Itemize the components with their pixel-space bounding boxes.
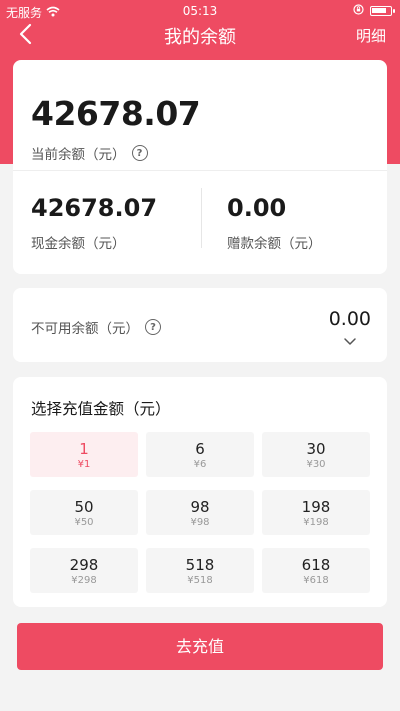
amount-option-price: ¥1 xyxy=(77,459,91,470)
amount-option-price: ¥198 xyxy=(303,517,329,528)
amount-option-value: 98 xyxy=(190,498,210,516)
details-link[interactable]: 明细 xyxy=(356,25,386,46)
cash-balance-label: 现金余额（元） xyxy=(31,236,126,252)
amount-option-value: 6 xyxy=(195,440,205,458)
status-bar: 无服务 05:13 xyxy=(0,0,400,22)
amount-option[interactable]: 618 ¥618 xyxy=(262,548,370,593)
vertical-divider xyxy=(201,188,202,248)
amount-option-value: 1 xyxy=(79,440,89,458)
amount-option-price: ¥98 xyxy=(190,517,210,528)
amount-option[interactable]: 298 ¥298 xyxy=(30,548,138,593)
recharge-card: 选择充值金额（元） 1 ¥1 6 ¥6 30 ¥30 50 ¥50 98 ¥98… xyxy=(13,377,387,607)
orientation-lock-icon xyxy=(353,4,364,18)
amount-option-value: 618 xyxy=(301,556,331,574)
unavailable-balance-amount: 0.00 xyxy=(328,308,371,330)
nav-bar: 我的余额 明细 xyxy=(0,22,400,48)
amount-option-value: 198 xyxy=(301,498,331,516)
amount-option-value: 30 xyxy=(306,440,326,458)
amount-option[interactable]: 30 ¥30 xyxy=(262,432,370,477)
amount-option[interactable]: 1 ¥1 xyxy=(30,432,138,477)
help-icon[interactable]: ? xyxy=(145,319,161,335)
amount-option-price: ¥50 xyxy=(74,517,94,528)
unavailable-balance-label: 不可用余额（元） xyxy=(31,321,139,337)
gift-balance-label: 赠款余额（元） xyxy=(227,236,322,252)
amount-option[interactable]: 50 ¥50 xyxy=(30,490,138,535)
amount-option-value: 50 xyxy=(74,498,94,516)
amount-grid: 1 ¥1 6 ¥6 30 ¥30 50 ¥50 98 ¥98 198 ¥1 98 … xyxy=(30,432,370,597)
amount-option-price: ¥518 xyxy=(187,575,213,586)
amount-option[interactable]: 6 ¥6 xyxy=(146,432,254,477)
unavailable-balance-card[interactable]: 不可用余额（元） ? 0.00 xyxy=(13,288,387,362)
current-balance-label: 当前余额（元） xyxy=(31,147,126,163)
status-right xyxy=(353,4,395,18)
current-balance-amount: 42678.07 xyxy=(31,94,201,133)
battery-icon xyxy=(370,6,395,16)
gift-balance-amount: 0.00 xyxy=(227,194,287,222)
recharge-title: 选择充值金额（元） xyxy=(31,400,171,418)
current-balance-label-row: 当前余额（元） ? xyxy=(31,143,148,163)
page-title: 我的余额 xyxy=(164,27,236,48)
amount-option[interactable]: 98 ¥98 xyxy=(146,490,254,535)
amount-option-value: 298 xyxy=(69,556,99,574)
amount-option-price: ¥618 xyxy=(303,575,329,586)
amount-option-value: 518 xyxy=(185,556,215,574)
status-time: 05:13 xyxy=(182,4,218,18)
chevron-down-icon[interactable] xyxy=(343,332,357,345)
amount-option[interactable]: 198 ¥198 xyxy=(262,490,370,535)
amount-option-price: ¥6 xyxy=(193,459,207,470)
recharge-button[interactable]: 去充值 xyxy=(17,623,383,670)
divider xyxy=(13,170,387,171)
balance-card: 42678.07 当前余额（元） ? 42678.07 现金余额（元） 0.00… xyxy=(13,60,387,274)
cash-balance-amount: 42678.07 xyxy=(31,194,158,222)
amount-option-price: ¥298 xyxy=(71,575,97,586)
amount-option-price: ¥30 xyxy=(306,459,326,470)
help-icon[interactable]: ? xyxy=(131,145,148,161)
battery-level xyxy=(372,8,386,13)
amount-option[interactable]: 518 ¥518 xyxy=(146,548,254,593)
unavailable-label-row: 不可用余额（元） ? xyxy=(31,317,161,337)
